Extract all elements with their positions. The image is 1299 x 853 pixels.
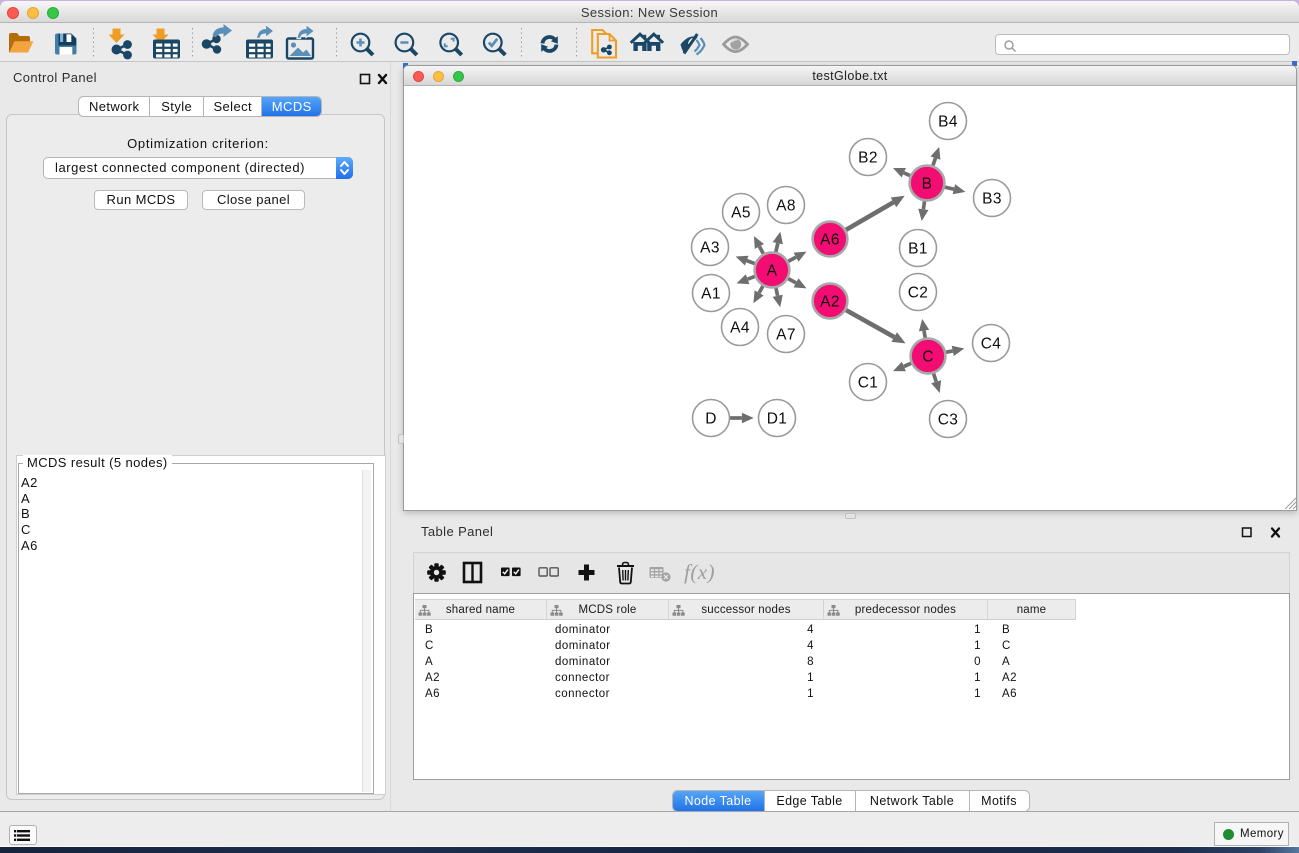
- svg-text:B1: B1: [908, 241, 928, 258]
- svg-text:D1: D1: [767, 411, 788, 428]
- svg-text:C4: C4: [981, 336, 1002, 353]
- svg-text:f(x): f(x): [684, 560, 715, 584]
- svg-text:A1: A1: [701, 286, 721, 303]
- svg-text:C3: C3: [938, 412, 959, 429]
- svg-text:B4: B4: [938, 114, 958, 131]
- svg-text:C1: C1: [858, 375, 879, 392]
- svg-text:C: C: [922, 349, 934, 366]
- svg-text:A7: A7: [776, 327, 796, 344]
- svg-text:A3: A3: [700, 240, 720, 257]
- svg-text:A6: A6: [820, 232, 840, 249]
- svg-text:D: D: [705, 411, 717, 428]
- svg-text:A2: A2: [820, 294, 840, 311]
- svg-text:B: B: [922, 176, 933, 193]
- svg-text:B3: B3: [982, 191, 1002, 208]
- svg-text:A4: A4: [730, 320, 750, 337]
- svg-text:A: A: [767, 263, 778, 280]
- svg-text:B2: B2: [858, 150, 878, 167]
- svg-text:C2: C2: [908, 285, 929, 302]
- svg-text:A5: A5: [731, 205, 751, 222]
- svg-text:A8: A8: [776, 198, 796, 215]
